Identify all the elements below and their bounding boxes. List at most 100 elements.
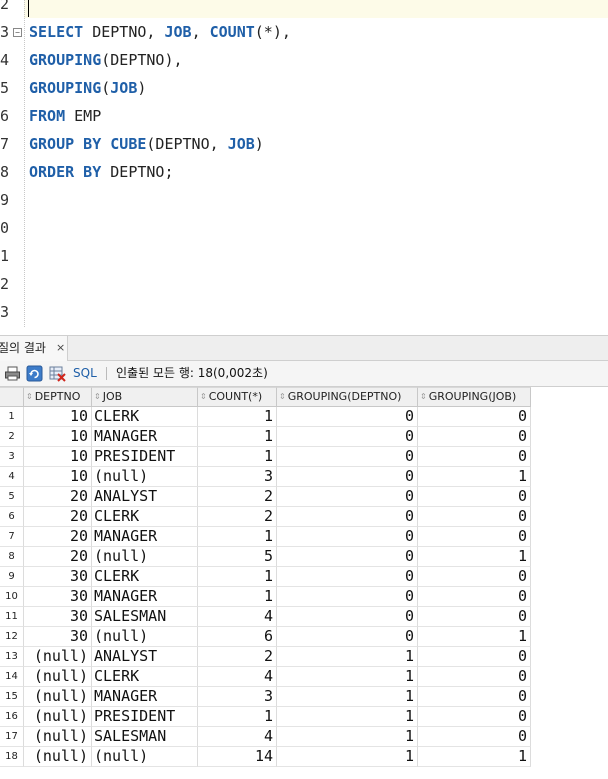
table-row[interactable]: 12 30 (null) 6 0 1 (0, 627, 532, 647)
table-cell[interactable]: 1 (277, 647, 418, 667)
table-cell[interactable]: 1 (418, 467, 531, 487)
table-cell[interactable]: 10 (24, 427, 92, 447)
table-row[interactable]: 18 (null) (null) 14 1 1 (0, 747, 532, 767)
tab-query-result[interactable]: 질의 결과 × (0, 336, 68, 361)
table-cell[interactable]: 1 (198, 567, 277, 587)
sort-icon[interactable]: ⇕ (26, 388, 33, 406)
table-cell[interactable]: 1 (418, 627, 531, 647)
table-cell[interactable]: 0 (418, 707, 531, 727)
table-row[interactable]: 6 20 CLERK 2 0 0 (0, 507, 532, 527)
table-cell[interactable]: 0 (418, 667, 531, 687)
table-cell[interactable]: 0 (277, 407, 418, 427)
table-cell[interactable]: PRESIDENT (92, 447, 198, 467)
column-header[interactable]: ⇕ COUNT(*) (198, 387, 277, 407)
table-cell[interactable]: 1 (277, 687, 418, 707)
editor-line[interactable]: 4 GROUPING(DEPTNO), (0, 46, 608, 74)
table-cell[interactable]: MANAGER (92, 587, 198, 607)
table-cell[interactable]: 0 (277, 427, 418, 447)
table-cell[interactable]: MANAGER (92, 527, 198, 547)
table-cell[interactable]: MANAGER (92, 427, 198, 447)
table-cell[interactable]: 1 (198, 427, 277, 447)
table-row[interactable]: 9 30 CLERK 1 0 0 (0, 567, 532, 587)
editor-line[interactable]: 6 FROM EMP (0, 102, 608, 130)
table-cell[interactable]: (null) (92, 747, 198, 767)
table-cell[interactable]: 0 (277, 567, 418, 587)
table-cell[interactable]: 5 (198, 547, 277, 567)
table-cell[interactable]: 20 (24, 547, 92, 567)
editor-line[interactable]: 2 (0, 0, 608, 18)
table-cell[interactable]: MANAGER (92, 687, 198, 707)
table-cell[interactable]: 10 (24, 467, 92, 487)
table-cell[interactable]: 1 (277, 747, 418, 767)
table-cell[interactable]: 1 (198, 527, 277, 547)
table-row[interactable]: 13 (null) ANALYST 2 1 0 (0, 647, 532, 667)
table-cell[interactable]: 10 (24, 447, 92, 467)
editor-line[interactable]: 2 (0, 270, 608, 298)
column-header[interactable]: ⇕ GROUPING(JOB) (418, 387, 531, 407)
table-cell[interactable]: 6 (198, 627, 277, 647)
table-cell[interactable]: 0 (277, 547, 418, 567)
table-cell[interactable]: (null) (24, 747, 92, 767)
table-row[interactable]: 11 30 SALESMAN 4 0 0 (0, 607, 532, 627)
table-cell[interactable]: 4 (198, 727, 277, 747)
table-row[interactable]: 3 10 PRESIDENT 1 0 0 (0, 447, 532, 467)
table-cell[interactable]: 0 (418, 407, 531, 427)
table-row[interactable]: 5 20 ANALYST 2 0 0 (0, 487, 532, 507)
table-row[interactable]: 7 20 MANAGER 1 0 0 (0, 527, 532, 547)
table-cell[interactable]: 4 (198, 667, 277, 687)
table-cell[interactable]: 1 (277, 707, 418, 727)
table-cell[interactable]: CLERK (92, 667, 198, 687)
table-cell[interactable]: 20 (24, 487, 92, 507)
editor-line[interactable]: 0 (0, 214, 608, 242)
table-cell[interactable]: 30 (24, 627, 92, 647)
table-cell[interactable]: (null) (24, 727, 92, 747)
table-cell[interactable]: 0 (418, 427, 531, 447)
table-cell[interactable]: 0 (277, 467, 418, 487)
table-cell[interactable]: ANALYST (92, 487, 198, 507)
table-row[interactable]: 1 10 CLERK 1 0 0 (0, 407, 532, 427)
table-cell[interactable]: 0 (418, 527, 531, 547)
editor-line[interactable]: 7 GROUP BY CUBE(DEPTNO, JOB) (0, 130, 608, 158)
table-cell[interactable]: (null) (24, 647, 92, 667)
table-cell[interactable]: (null) (92, 627, 198, 647)
table-cell[interactable]: 1 (198, 407, 277, 427)
table-cell[interactable]: 0 (277, 527, 418, 547)
table-cell[interactable]: 0 (418, 487, 531, 507)
table-cell[interactable]: 0 (418, 587, 531, 607)
table-cell[interactable]: 0 (277, 507, 418, 527)
editor-line[interactable]: 1 (0, 242, 608, 270)
sort-icon[interactable]: ⇕ (94, 388, 101, 406)
sql-editor[interactable]: 2 3− SELECT DEPTNO, JOB, COUNT(*), 4 GROUPIN… (0, 0, 608, 327)
table-cell[interactable]: 30 (24, 607, 92, 627)
table-cell[interactable]: 1 (277, 727, 418, 747)
table-cell[interactable]: 0 (277, 447, 418, 467)
table-cell[interactable]: 0 (418, 447, 531, 467)
table-cell[interactable]: 2 (198, 507, 277, 527)
table-row[interactable]: 14 (null) CLERK 4 1 0 (0, 667, 532, 687)
editor-line[interactable]: 3− SELECT DEPTNO, JOB, COUNT(*), (0, 18, 608, 46)
close-icon[interactable]: × (56, 336, 65, 360)
column-header[interactable]: ⇕ DEPTNO (24, 387, 92, 407)
table-row[interactable]: 4 10 (null) 3 0 1 (0, 467, 532, 487)
table-row[interactable]: 15 (null) MANAGER 3 1 0 (0, 687, 532, 707)
table-cell[interactable]: 10 (24, 407, 92, 427)
table-cell[interactable]: PRESIDENT (92, 707, 198, 727)
table-cell[interactable]: 1 (198, 447, 277, 467)
table-row[interactable]: 17 (null) SALESMAN 4 1 0 (0, 727, 532, 747)
table-cell[interactable]: CLERK (92, 507, 198, 527)
table-cell[interactable]: (null) (24, 707, 92, 727)
column-header[interactable]: ⇕ JOB (92, 387, 198, 407)
table-cell[interactable]: 3 (198, 687, 277, 707)
table-cell[interactable]: 2 (198, 647, 277, 667)
sql-button[interactable]: SQL (73, 365, 97, 382)
table-cell[interactable]: 0 (418, 727, 531, 747)
export-icon[interactable] (49, 365, 66, 382)
table-row[interactable]: 8 20 (null) 5 0 1 (0, 547, 532, 567)
editor-line[interactable]: 9 (0, 186, 608, 214)
table-cell[interactable]: 3 (198, 467, 277, 487)
table-row[interactable]: 2 10 MANAGER 1 0 0 (0, 427, 532, 447)
table-cell[interactable]: 0 (277, 627, 418, 647)
table-cell[interactable]: CLERK (92, 567, 198, 587)
table-cell[interactable]: 0 (418, 607, 531, 627)
table-cell[interactable]: ANALYST (92, 647, 198, 667)
